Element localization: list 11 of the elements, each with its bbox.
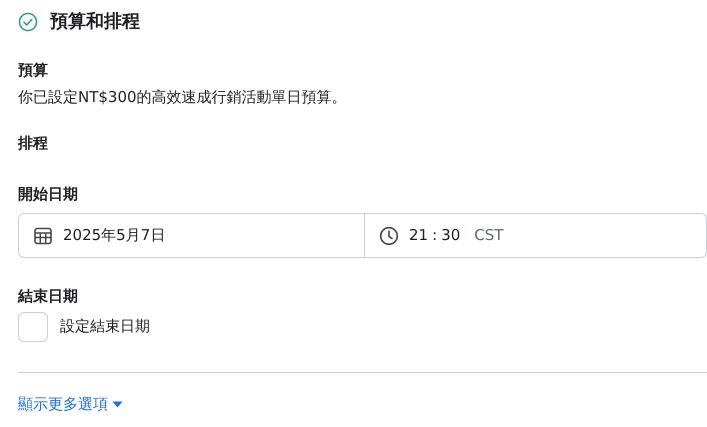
budget-label: 預算: [18, 60, 49, 81]
start-date-label: 開始日期: [18, 184, 79, 204]
checkbox-label: 設定結束日期: [60, 316, 150, 338]
show-more-link[interactable]: 顯示更多選項: [18, 394, 123, 414]
caret-icon: [112, 400, 123, 408]
check-circle-icon: [18, 12, 38, 32]
budget-description: 你已設定NT$300的高效速成行銷活動單日預算。: [18, 86, 348, 108]
end-date-label: 結束日期: [18, 286, 79, 307]
checkbox[interactable]: [18, 312, 48, 342]
schedule-label: 排程: [18, 133, 49, 154]
section-title: 預算和排程: [50, 10, 140, 34]
